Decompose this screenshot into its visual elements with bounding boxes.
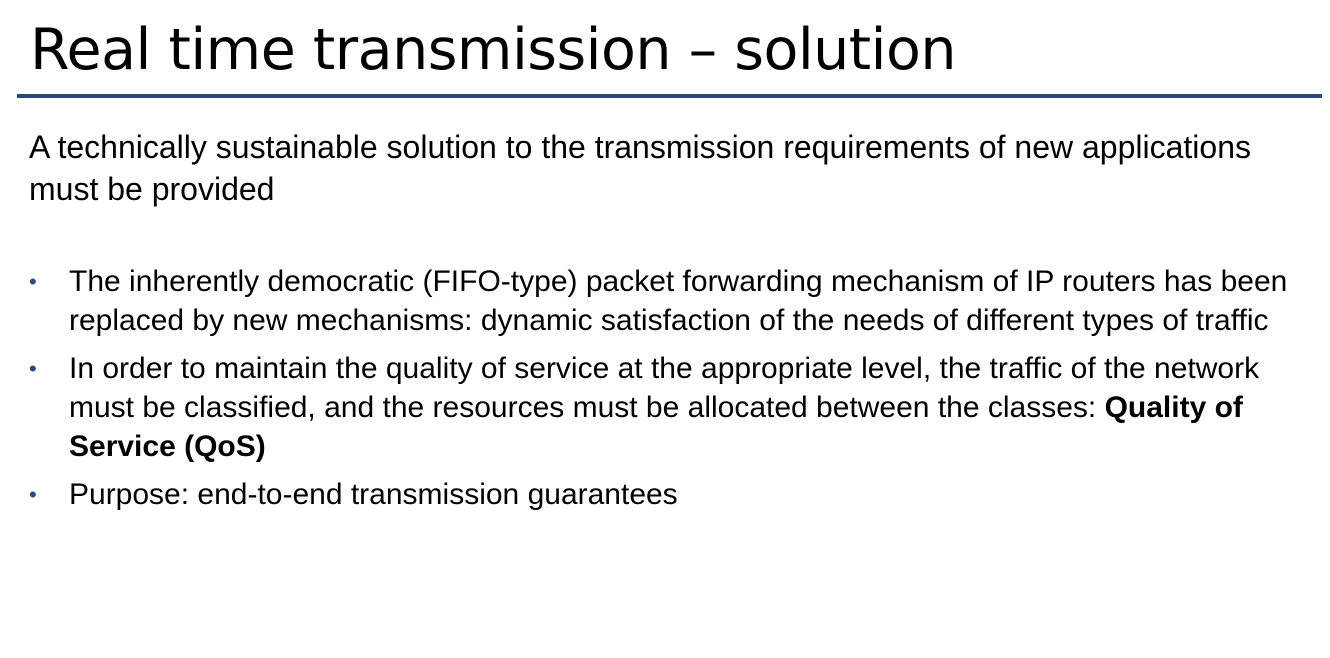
bullet-item: • The inherently democratic (FIFO-type) … [29, 262, 1319, 340]
bullet-text: The inherently democratic (FIFO-type) pa… [69, 265, 1288, 337]
bullet-item: • Purpose: end-to-end transmission guara… [29, 475, 1319, 514]
bullet-text: In order to maintain the quality of serv… [69, 352, 1260, 424]
intro-paragraph: A technically sustainable solution to th… [29, 129, 1251, 207]
title-underline [17, 94, 1322, 98]
bullet-item: • In order to maintain the quality of se… [29, 349, 1319, 466]
bullet-icon: • [29, 482, 37, 507]
bullet-list: • The inherently democratic (FIFO-type) … [29, 262, 1319, 523]
bullet-text: Purpose: end-to-end transmission guarant… [69, 478, 678, 511]
slide-title: Real time transmission – solution [30, 17, 956, 83]
bullet-icon: • [29, 269, 37, 294]
bullet-icon: • [29, 356, 37, 381]
